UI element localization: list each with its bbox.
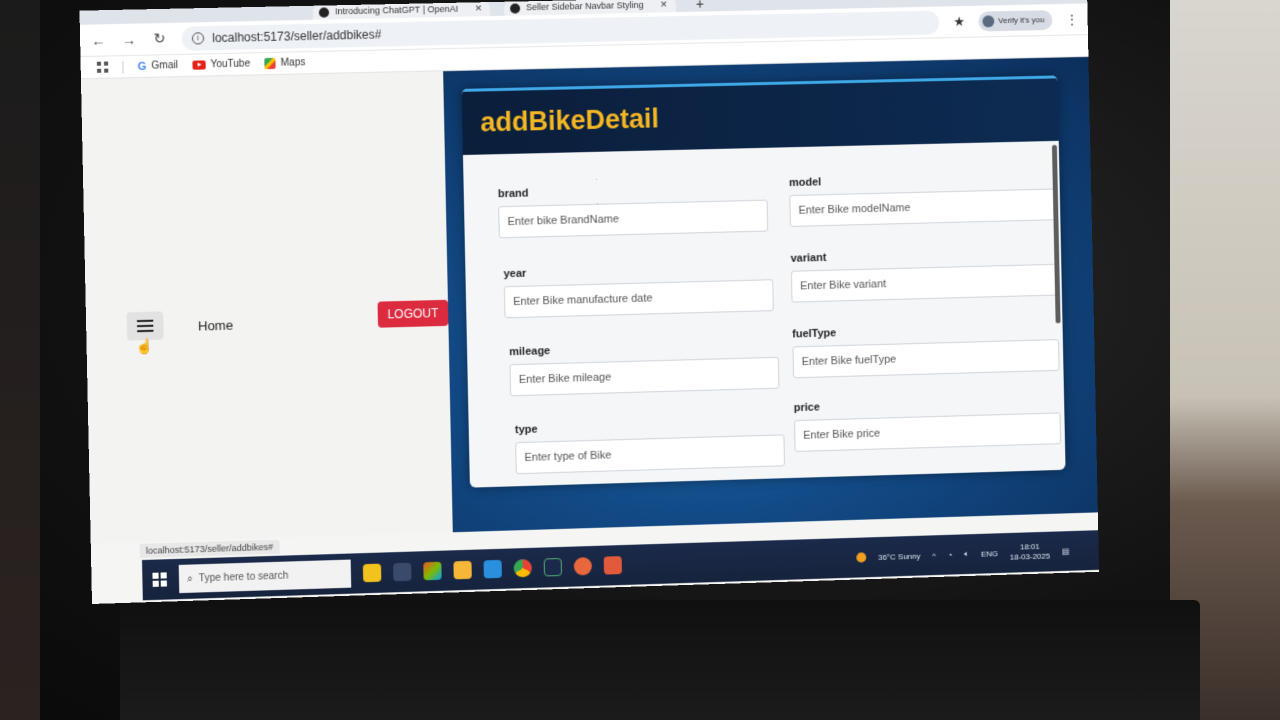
brand-input[interactable]: [498, 199, 769, 239]
maximize-icon[interactable]: ❐: [1036, 0, 1045, 2]
taskbar-search[interactable]: ⌕ Type here to search: [178, 559, 352, 594]
fueltype-input[interactable]: [792, 339, 1060, 379]
copilot-icon[interactable]: [362, 563, 382, 583]
type-field-group: type: [514, 416, 786, 475]
fueltype-label: fuelType: [792, 327, 837, 341]
back-icon[interactable]: ←: [90, 32, 107, 48]
seller-sidebar: ☝ Home LOGOUT: [80, 71, 455, 544]
status-url-preview: localhost:5173/seller/addbikes#: [139, 539, 280, 559]
weather-icon: [856, 552, 867, 563]
year-label: year: [503, 267, 527, 281]
search-placeholder: Type here to search: [198, 570, 289, 584]
fueltype-field-group: fuelType: [792, 321, 1060, 379]
brand-label: brand: [497, 187, 529, 201]
bookmark-gmail[interactable]: G Gmail: [138, 59, 179, 72]
profile-button[interactable]: Verify it's you: [978, 9, 1053, 32]
window-controls: — ❐ ✕: [988, 0, 1074, 3]
reload-icon[interactable]: ↻: [151, 30, 168, 47]
windows-taskbar: ⌕ Type here to search 36°C Sunny ^ ◔ 🔈︎ …: [141, 530, 1100, 601]
bookmark-label: Maps: [280, 57, 306, 69]
home-link[interactable]: Home: [198, 318, 233, 334]
mileage-input[interactable]: [509, 356, 780, 397]
site-info-icon[interactable]: i: [191, 31, 205, 45]
model-label: model: [788, 176, 822, 190]
wps-icon[interactable]: [603, 556, 623, 575]
model-input[interactable]: [789, 188, 1057, 227]
avatar: [982, 14, 995, 27]
wifi-icon[interactable]: ◔: [948, 550, 953, 559]
volume-icon[interactable]: 🔈︎: [964, 549, 969, 559]
variant-field-group: variant: [790, 246, 1059, 303]
page-content: ☝ Home LOGOUT addBikeDetail brand model: [80, 56, 1098, 544]
type-label: type: [514, 423, 538, 437]
logout-button[interactable]: LOGOUT: [377, 299, 449, 328]
app-icon[interactable]: [543, 557, 563, 577]
system-tray: 36°C Sunny ^ ◔ 🔈︎ ENG 18:01 18-03-2025 ▤: [856, 541, 1069, 568]
brave-icon[interactable]: [573, 557, 593, 576]
price-field-group: price: [793, 395, 1062, 452]
weather-text[interactable]: 36°C Sunny: [878, 551, 920, 561]
divider: [122, 60, 124, 73]
forward-icon[interactable]: →: [121, 31, 138, 47]
bookmark-maps[interactable]: Maps: [264, 57, 306, 70]
google-icon: G: [137, 60, 147, 73]
notification-icon[interactable]: ▤: [1062, 546, 1070, 555]
variant-label: variant: [790, 251, 827, 265]
laptop-screen: Introducing ChatGPT | OpenAI ✕ Seller Si…: [79, 0, 1100, 604]
chevron-up-icon[interactable]: ^: [932, 551, 936, 560]
bookmark-youtube[interactable]: YouTube: [192, 58, 250, 70]
variant-input[interactable]: [790, 263, 1059, 303]
background-left: [0, 0, 40, 720]
close-window-icon[interactable]: ✕: [1065, 0, 1073, 1]
file-explorer-icon[interactable]: [453, 560, 472, 580]
language-indicator[interactable]: ENG: [981, 549, 998, 558]
page-title: addBikeDetail: [480, 103, 660, 138]
close-icon[interactable]: ✕: [660, 0, 668, 9]
url-text: localhost:5173/seller/addbikes#: [212, 26, 382, 45]
close-icon[interactable]: ✕: [475, 3, 483, 13]
openai-icon: [509, 3, 521, 14]
vscode-icon[interactable]: [483, 559, 502, 579]
windows-start-icon[interactable]: [152, 572, 167, 587]
bookmark-label: YouTube: [210, 58, 251, 71]
laptop-keyboard-deck: [120, 600, 1200, 720]
year-field-group: year: [503, 261, 774, 319]
price-input[interactable]: [794, 412, 1062, 452]
bike-form: brand model year variant: [463, 141, 1066, 488]
tab-label: Introducing ChatGPT | OpenAI: [334, 3, 459, 17]
bookmark-label: Gmail: [151, 59, 179, 72]
year-input[interactable]: [503, 279, 774, 319]
mileage-label: mileage: [509, 345, 551, 359]
minimize-icon[interactable]: —: [1006, 0, 1016, 2]
mileage-field-group: mileage: [509, 339, 780, 397]
profile-label: Verify it's you: [998, 15, 1045, 26]
task-view-icon[interactable]: [393, 562, 412, 582]
form-scrollbar[interactable]: [1051, 144, 1061, 324]
search-icon: ⌕: [186, 573, 193, 585]
youtube-icon: [192, 60, 206, 70]
hand-cursor-icon: ☝: [135, 337, 154, 355]
maps-icon: [264, 57, 276, 70]
chrome-icon[interactable]: [513, 558, 533, 578]
content-area: addBikeDetail brand model year: [443, 56, 1098, 533]
add-bike-card: addBikeDetail brand model year: [461, 75, 1066, 488]
new-tab-button[interactable]: +: [696, 0, 704, 12]
model-field-group: model: [789, 171, 1057, 227]
clock[interactable]: 18:01 18-03-2025: [1010, 542, 1051, 563]
tab-label: Seller Sidebar Navbar Styling: [525, 0, 644, 13]
apps-grid-icon[interactable]: [96, 61, 109, 73]
menu-kebab-icon[interactable]: ⋮: [1066, 12, 1078, 26]
price-label: price: [793, 401, 820, 415]
hamburger-menu-icon[interactable]: [126, 311, 164, 341]
bookmark-star-icon[interactable]: ★: [953, 13, 965, 29]
edge-icon[interactable]: [423, 561, 442, 581]
openai-icon: [318, 7, 330, 18]
type-input[interactable]: [515, 434, 786, 475]
brand-field-group: brand: [497, 182, 769, 239]
clock-date: 18-03-2025: [1009, 551, 1051, 562]
